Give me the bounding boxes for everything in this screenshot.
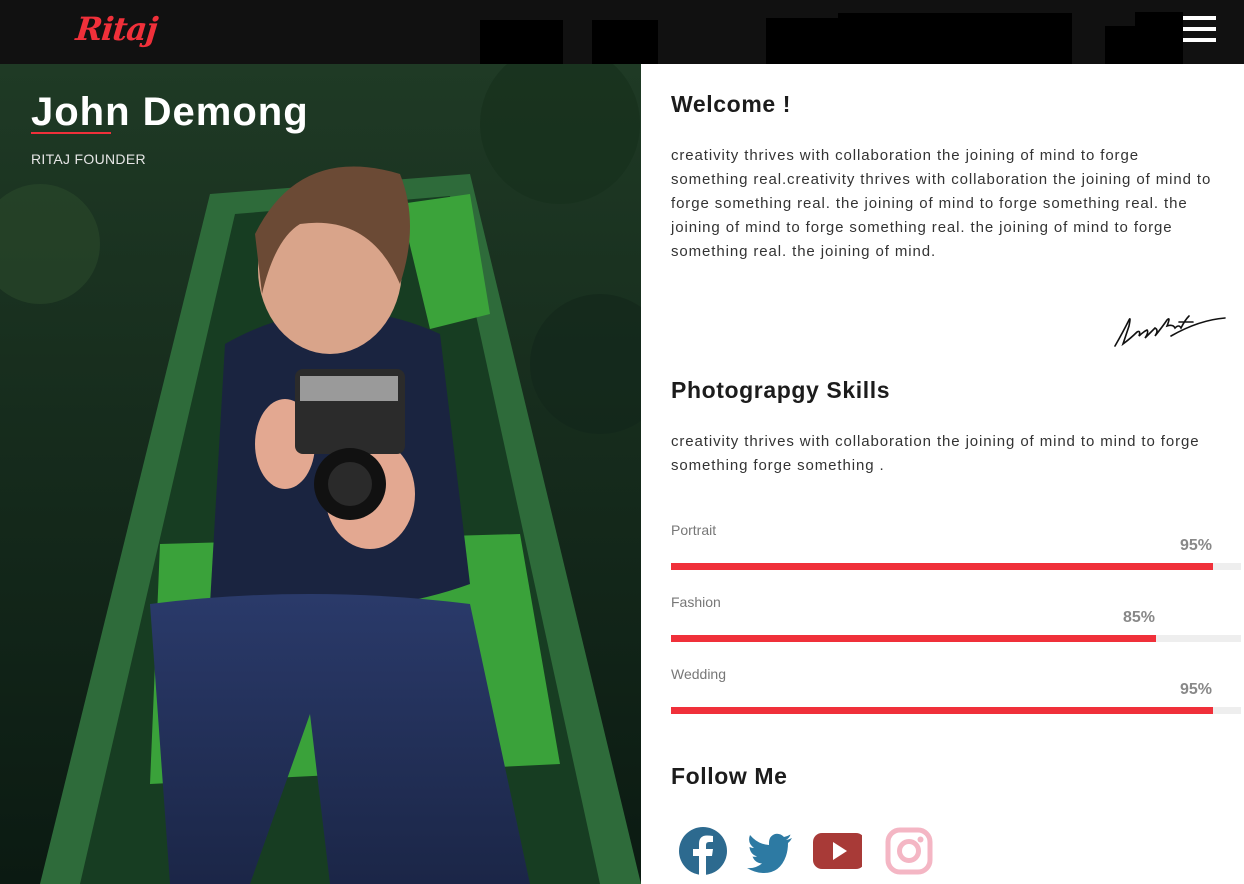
welcome-heading: Welcome ! <box>671 91 792 117</box>
follow-heading: Follow Me <box>671 763 788 789</box>
skill-bar-portrait <box>671 563 1241 570</box>
nav-item-redacted-1[interactable] <box>480 20 563 64</box>
skills-heading: Photograpgy Skills <box>671 377 891 403</box>
nav-item-redacted-6[interactable] <box>1135 12 1183 64</box>
hero-divider <box>31 132 111 134</box>
welcome-line: creativity thrives with collaboration th… <box>671 147 1139 164</box>
skill-label-portrait: Portrait <box>671 522 717 538</box>
skill-label-fashion: Fashion <box>671 594 721 610</box>
skills-line: creativity thrives with collaboration th… <box>671 433 1200 450</box>
skills-line: something forge something . <box>671 457 885 474</box>
skill-bar-wedding <box>671 707 1241 714</box>
skill-bar-fill <box>671 707 1213 714</box>
welcome-line: forge something real. the joining of min… <box>671 195 1188 212</box>
welcome-paragraph: creativity thrives with collaboration th… <box>671 144 1239 264</box>
instagram-icon[interactable] <box>884 826 934 876</box>
brand-logo[interactable]: Ritaj <box>74 10 159 48</box>
skill-percent-wedding: 95% <box>1180 681 1213 698</box>
top-navbar: Ritaj <box>0 0 1244 64</box>
hero-photo: John Demong RITAJ FOUNDER <box>0 64 641 884</box>
nav-item-redacted-3[interactable] <box>766 18 838 64</box>
skill-bar-fill <box>671 635 1156 642</box>
nav-item-redacted-2[interactable] <box>592 20 658 64</box>
welcome-line: something real.creativity thrives with c… <box>671 171 1212 188</box>
facebook-icon[interactable] <box>678 826 728 876</box>
skill-percent-fashion: 85% <box>1123 609 1156 626</box>
welcome-line: something real. the joining of mind. <box>671 243 937 260</box>
twitter-icon[interactable] <box>745 826 795 876</box>
skill-bar-fashion <box>671 635 1241 642</box>
signature-image <box>1114 315 1226 347</box>
hamburger-menu-icon[interactable] <box>1183 16 1217 46</box>
about-content: Welcome ! creativity thrives with collab… <box>641 64 1244 884</box>
welcome-line: joining of mind to forge something real.… <box>671 219 1173 236</box>
skills-paragraph: creativity thrives with collaboration th… <box>671 430 1239 478</box>
skill-percent-portrait: 95% <box>1180 537 1213 554</box>
hero-name: John Demong <box>31 90 309 134</box>
hero-role: RITAJ FOUNDER <box>31 151 146 167</box>
nav-item-redacted-4[interactable] <box>838 13 1072 64</box>
skill-label-wedding: Wedding <box>671 666 727 682</box>
photographer-in-boat-image <box>0 64 641 884</box>
skill-bar-fill <box>671 563 1213 570</box>
youtube-icon[interactable] <box>812 826 862 876</box>
